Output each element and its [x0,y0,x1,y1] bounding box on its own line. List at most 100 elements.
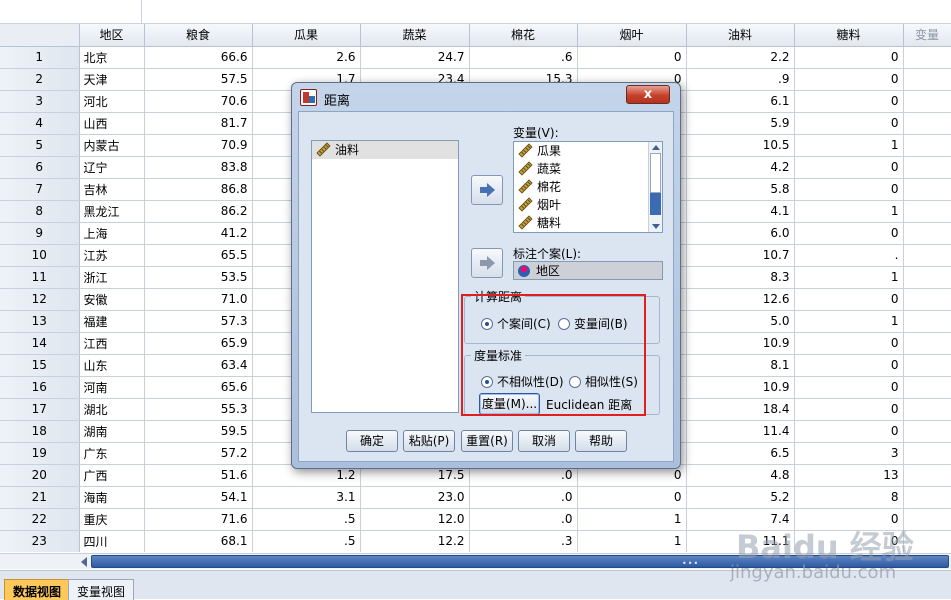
table-cell[interactable]: 2.6 [252,46,361,69]
table-cell[interactable]: 1 [794,266,904,289]
table-cell[interactable]: .5 [252,508,361,531]
table-cell[interactable]: 8.3 [686,266,795,289]
list-item[interactable]: 地区 [514,262,662,279]
table-cell[interactable]: 65.9 [144,332,253,355]
table-cell[interactable]: 57.2 [144,442,253,465]
row-number[interactable]: 6 [0,156,80,179]
table-cell[interactable]: 4.1 [686,200,795,223]
tab-variable-view[interactable]: 变量视图 [68,579,135,600]
table-cell[interactable]: 5.0 [686,310,795,333]
row-number[interactable]: 4 [0,112,80,135]
table-cell[interactable]: 5.2 [686,486,795,509]
table-cell[interactable]: 北京 [79,46,145,69]
table-cell[interactable]: 12.0 [360,508,470,531]
row-number[interactable]: 1 [0,46,80,69]
cell-reference-box[interactable] [0,0,142,23]
list-item[interactable]: 糖料 [514,214,662,232]
table-cell[interactable]: 8.1 [686,354,795,377]
row-number[interactable]: 17 [0,398,80,421]
tab-data-view[interactable]: 数据视图 [4,579,71,600]
table-cell[interactable]: .3 [469,530,578,552]
table-cell-empty[interactable] [903,332,951,355]
table-cell[interactable]: . [794,244,904,267]
table-cell[interactable]: 天津 [79,68,145,91]
table-cell[interactable]: 0 [794,90,904,113]
scroll-left-icon[interactable] [81,557,87,567]
reset-button[interactable]: 重置(R) [461,430,513,452]
list-item[interactable]: 棉花 [514,178,662,196]
table-cell-empty[interactable] [903,420,951,443]
variables-list[interactable]: 瓜果 蔬菜 棉花 烟叶 糖料 [513,141,663,233]
column-header[interactable]: 油料 [686,24,795,47]
table-cell[interactable]: 海南 [79,486,145,509]
column-header[interactable]: 烟叶 [577,24,687,47]
scroll-down-icon[interactable] [652,224,660,229]
table-cell[interactable]: 0 [794,68,904,91]
row-number[interactable]: 8 [0,200,80,223]
column-header[interactable]: 蔬菜 [360,24,470,47]
table-cell[interactable]: 1 [577,508,687,531]
table-cell[interactable]: 0 [794,112,904,135]
column-header[interactable]: 糖料 [794,24,904,47]
table-cell[interactable]: 1 [794,200,904,223]
row-number[interactable]: 2 [0,68,80,91]
table-cell-empty[interactable] [903,376,951,399]
table-cell[interactable]: .0 [469,486,578,509]
scroll-up-icon[interactable] [652,145,660,150]
row-number[interactable]: 9 [0,222,80,245]
table-cell[interactable]: 4.8 [686,464,795,487]
table-cell[interactable]: 57.5 [144,68,253,91]
variables-scrollbar[interactable] [648,142,662,232]
table-cell[interactable]: 吉林 [79,178,145,201]
table-cell-empty[interactable] [903,156,951,179]
row-number[interactable]: 3 [0,90,80,113]
table-cell[interactable]: 湖北 [79,398,145,421]
table-cell[interactable]: 1 [794,310,904,333]
table-cell[interactable]: 83.8 [144,156,253,179]
table-cell[interactable]: 0 [794,46,904,69]
table-cell[interactable]: 12.6 [686,288,795,311]
table-cell[interactable]: 浙江 [79,266,145,289]
row-number[interactable]: 16 [0,376,80,399]
table-cell[interactable]: .6 [469,46,578,69]
table-cell[interactable]: 江西 [79,332,145,355]
table-cell-empty[interactable] [903,398,951,421]
table-cell[interactable]: 24.7 [360,46,470,69]
table-cell[interactable]: 1 [577,530,687,552]
scrollbar-thumb[interactable] [650,153,661,193]
table-cell[interactable]: 57.3 [144,310,253,333]
table-cell[interactable]: 23.0 [360,486,470,509]
row-number[interactable]: 18 [0,420,80,443]
table-cell[interactable]: 1 [794,134,904,157]
close-button[interactable]: x [626,85,670,104]
table-cell[interactable]: 江苏 [79,244,145,267]
table-cell[interactable]: 2.2 [686,46,795,69]
table-cell[interactable]: 山西 [79,112,145,135]
table-cell[interactable]: 湖南 [79,420,145,443]
row-number[interactable]: 5 [0,134,80,157]
table-cell[interactable]: 6.0 [686,222,795,245]
table-cell-empty[interactable] [903,288,951,311]
table-cell[interactable]: 内蒙古 [79,134,145,157]
row-number[interactable]: 10 [0,244,80,267]
table-cell[interactable]: 6.5 [686,442,795,465]
row-number[interactable]: 11 [0,266,80,289]
help-button[interactable]: 帮助 [575,430,627,452]
column-header-empty[interactable]: 变量 [903,24,951,47]
table-cell-empty[interactable] [903,464,951,487]
table-cell[interactable]: 0 [794,156,904,179]
list-item[interactable]: 瓜果 [514,142,662,160]
table-cell[interactable]: 河北 [79,90,145,113]
table-cell[interactable]: 68.1 [144,530,253,552]
table-cell[interactable]: 53.5 [144,266,253,289]
table-cell[interactable]: 10.9 [686,332,795,355]
table-cell[interactable]: 河南 [79,376,145,399]
table-cell[interactable]: 41.2 [144,222,253,245]
row-number[interactable]: 20 [0,464,80,487]
table-cell[interactable]: 65.6 [144,376,253,399]
table-cell[interactable]: 5.8 [686,178,795,201]
table-cell[interactable]: 51.6 [144,464,253,487]
table-cell[interactable]: 66.6 [144,46,253,69]
table-cell-empty[interactable] [903,222,951,245]
paste-button[interactable]: 粘贴(P) [403,430,455,452]
